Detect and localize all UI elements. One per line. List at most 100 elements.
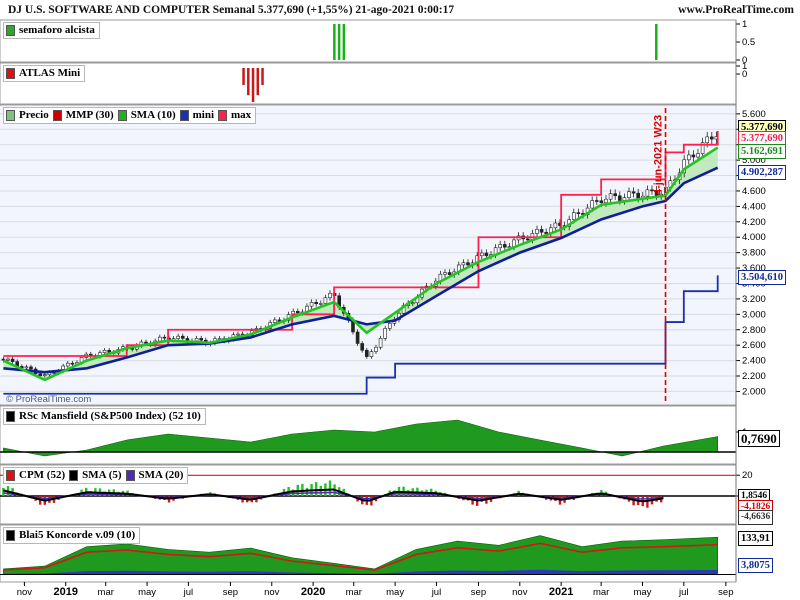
price-ytick-label: 4.200 (742, 217, 766, 228)
x-axis-label: 2019 (53, 586, 77, 598)
x-axis-label: 2021 (549, 586, 573, 598)
price-ytick-label: 3.000 (742, 309, 766, 320)
candle-down (631, 191, 636, 194)
candle-up (378, 338, 383, 348)
atlas-swatch (6, 68, 15, 79)
cpm-legend: CPM (52) SMA (5) SMA (20) (3, 467, 189, 484)
candle-up (102, 350, 107, 353)
candle-up (6, 358, 10, 361)
cpm-bar-positive (305, 487, 309, 496)
candle-up (608, 193, 613, 200)
x-axis-label: sep (223, 587, 238, 598)
candle-down (484, 252, 489, 257)
candle-up (571, 212, 576, 220)
semaforo-ytick-label: 1 (742, 19, 747, 30)
candle-down (144, 341, 148, 344)
candle-down (314, 302, 318, 305)
candle-up (24, 366, 29, 369)
atlas-panel-frame (0, 62, 737, 105)
semaforo-label: semaforo alcista (3, 22, 100, 39)
x-axis-label: mar (346, 587, 362, 598)
blai5-bottom-tag: 3,8075 (738, 558, 773, 573)
candle-down (38, 373, 42, 376)
candle-down (613, 193, 617, 197)
price-legend: Precio MMP (30) SMA (10) mini max (3, 107, 257, 124)
x-axis-label: may (633, 587, 651, 598)
semaforo-swatch (6, 25, 15, 36)
candle-up (443, 272, 447, 275)
semaforo-bar (342, 24, 346, 60)
cpm-sma20-swatch (125, 470, 135, 481)
x-axis-label: jul (183, 587, 194, 598)
candle-up (194, 338, 199, 342)
candle-up (686, 154, 691, 161)
candle-down (199, 338, 203, 341)
x-axis-label: nov (512, 587, 528, 598)
atlas-bar (242, 68, 245, 85)
annotation-label: 4-jun-2021 W23 (653, 115, 665, 195)
blai5-swatch (6, 530, 15, 541)
semaforo-bar (337, 24, 341, 60)
candle-down (539, 229, 544, 233)
candle-down (594, 200, 599, 202)
cpm-sma20-tag: -4,6636 (738, 510, 774, 525)
price-ytick-label: 4.600 (742, 186, 766, 197)
x-axis-label: may (138, 587, 156, 598)
x-axis-label: nov (264, 587, 280, 598)
x-axis-label: sep (471, 587, 486, 598)
candle-down (180, 335, 185, 339)
blai5-label: Blai5 Koncorde v.09 (10) (3, 527, 141, 544)
mini-swatch (179, 110, 189, 121)
candle-up (157, 336, 162, 342)
cpm-bar-positive (328, 480, 332, 496)
mmp30-swatch (52, 110, 62, 121)
atlas-bar (256, 68, 260, 96)
candle-down (502, 244, 507, 248)
atlas-bar (251, 68, 255, 102)
candle-up (65, 362, 70, 367)
cpm-swatch (6, 470, 15, 481)
candle-down (447, 272, 452, 275)
atlas-ytick-label: 0 (742, 69, 747, 80)
candle-up (272, 319, 277, 323)
price-ytick-label: 4.400 (742, 201, 766, 212)
chart-canvas[interactable]: 2.0002.2002.4002.6002.8003.0003.2003.400… (0, 0, 800, 600)
atlas-label: ATLAS Mini (3, 65, 86, 82)
cpm-bar-positive (314, 482, 318, 496)
price-ytick-label: 2.800 (742, 325, 766, 336)
candle-down (162, 336, 167, 339)
price-ytick-label: 5.600 (742, 109, 766, 120)
candle-down (10, 358, 15, 362)
candle-up (604, 198, 608, 203)
candle-up (705, 136, 709, 143)
price-ytick-label: 3.200 (742, 294, 766, 305)
rsc-swatch (6, 411, 15, 422)
candle-up (328, 293, 332, 299)
candle-down (636, 192, 640, 199)
semaforo-ytick-label: 0.5 (742, 37, 755, 48)
candle-down (70, 362, 75, 365)
candle-up (42, 374, 47, 376)
candle-up (696, 153, 700, 158)
candle-up (309, 302, 314, 307)
price-ytick-label: 2.400 (742, 356, 766, 367)
x-axis-label: nov (17, 587, 33, 598)
candle-down (107, 350, 111, 353)
candle-up (410, 302, 415, 305)
candle-up (323, 297, 328, 304)
cpm-ytick-label: 20 (742, 470, 753, 481)
candle-up (535, 229, 539, 234)
price-ytick-label: 2.200 (742, 371, 766, 382)
candle-down (709, 136, 714, 140)
semaforo-bar (655, 24, 658, 60)
candle-down (295, 311, 300, 314)
candle-down (466, 262, 470, 266)
candle-up (590, 200, 594, 209)
candle-down (599, 200, 604, 203)
atlas-bar (261, 68, 264, 85)
semaforo-panel-frame (0, 19, 737, 63)
candle-down (355, 331, 360, 344)
price-ytick-label: 2.600 (742, 340, 766, 351)
candle-up (553, 222, 558, 229)
price-ytick-label: 2.000 (742, 386, 766, 397)
